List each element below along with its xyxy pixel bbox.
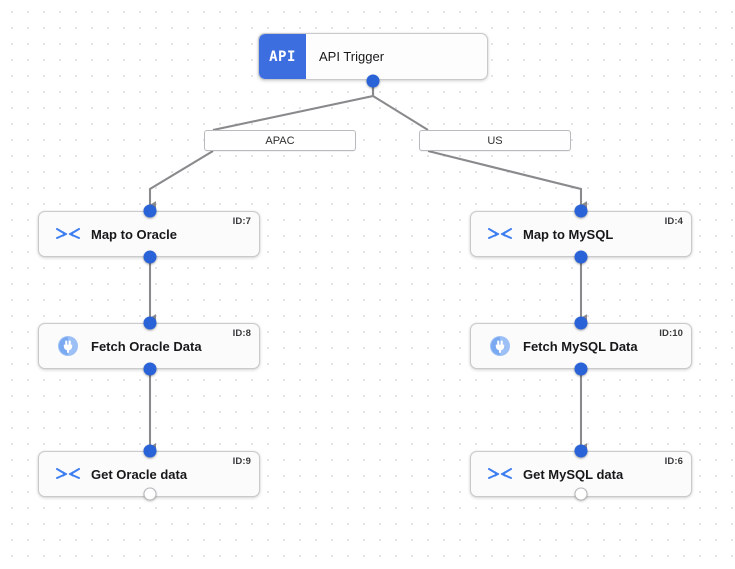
node-title: Fetch MySQL Data (523, 338, 638, 354)
node-title: Get Oracle data (91, 466, 188, 482)
node-title: Fetch Oracle Data (91, 338, 202, 354)
merge-arrows-icon (483, 226, 517, 242)
edge-apac-map-oracle (148, 150, 214, 209)
port-output-fetch-oracle-data[interactable] (143, 362, 157, 376)
node-title: Map to MySQL (523, 226, 614, 242)
merge-arrows-icon (483, 466, 517, 482)
port-input-fetch-oracle-data[interactable] (143, 316, 157, 330)
branch-label-text: APAC (265, 134, 295, 147)
merge-arrows-icon (51, 466, 85, 482)
edge-trigger-apac (212, 81, 375, 132)
port-output-fetch-mysql-data[interactable] (574, 362, 588, 376)
node-id-label: ID:6 (664, 456, 683, 467)
port-input-map-to-oracle[interactable] (143, 204, 157, 218)
port-input-map-to-mysql[interactable] (574, 204, 588, 218)
port-input-get-oracle-data[interactable] (143, 444, 157, 458)
database-plug-icon (483, 334, 517, 358)
node-id-label: ID:9 (232, 456, 251, 467)
node-id-label: ID:4 (664, 216, 683, 227)
database-plug-icon (51, 334, 85, 358)
node-title: API Trigger (319, 49, 385, 64)
workflow-canvas[interactable]: API API Trigger APAC US Map to Oracle ID… (0, 0, 735, 569)
port-input-fetch-mysql-data[interactable] (574, 316, 588, 330)
node-api-trigger[interactable]: API API Trigger (258, 33, 488, 80)
node-title: Get MySQL data (523, 466, 624, 482)
api-badge-text: API (269, 48, 296, 65)
edge-trigger-us (371, 81, 429, 131)
node-id-label: ID:10 (659, 328, 683, 339)
branch-label-us[interactable]: US (419, 130, 571, 151)
edge-us-map-mysql (427, 149, 587, 209)
port-output-map-to-oracle[interactable] (143, 250, 157, 264)
port-output-get-oracle-data[interactable] (143, 487, 157, 501)
port-input-get-mysql-data[interactable] (574, 444, 588, 458)
merge-arrows-icon (51, 226, 85, 242)
node-id-label: ID:8 (232, 328, 251, 339)
node-id-label: ID:7 (232, 216, 251, 227)
port-output-get-mysql-data[interactable] (574, 487, 588, 501)
port-output-map-to-mysql[interactable] (574, 250, 588, 264)
branch-label-text: US (487, 134, 503, 147)
api-badge-icon: API (259, 34, 306, 79)
branch-label-apac[interactable]: APAC (204, 130, 356, 151)
port-output-api-trigger[interactable] (366, 74, 380, 88)
node-title: Map to Oracle (91, 226, 177, 242)
